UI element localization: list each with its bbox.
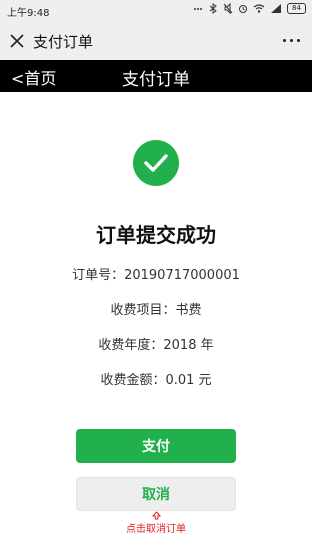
wechat-page-title: 支付订单 [33,33,94,51]
status-time: 上午9:48 [7,8,50,19]
order-number: 订单号：20190717000001 [72,268,240,283]
alarm-icon [239,5,247,13]
dots-icon [194,8,202,10]
wifi-icon [253,4,265,13]
mute-icon [223,3,233,14]
status-bar: 上午9:48 84 [0,0,312,22]
cancel-button[interactable]: 取消 [76,477,236,511]
fee-year: 收费年度：2018 年 [98,338,214,353]
page-header: 支付订单 <首页 [0,60,312,92]
close-icon[interactable] [10,34,24,48]
success-title: 订单提交成功 [96,223,216,247]
fee-item: 收费项目：书费 [110,303,202,318]
arrow-up-icon [152,511,161,520]
success-check-icon [133,140,179,186]
status-icons: 84 [193,3,306,14]
back-home-link[interactable]: <首页 [11,65,56,89]
cancel-hint: 点击取消订单 [126,524,186,535]
wechat-title-bar: 支付订单 [0,22,312,60]
bluetooth-icon [209,3,217,14]
signal-icon [271,4,281,13]
more-options-icon[interactable] [283,39,300,42]
battery-icon: 84 [287,3,306,14]
pay-button[interactable]: 支付 [76,429,236,463]
fee-amount: 收费金额：0.01 元 [100,373,212,388]
